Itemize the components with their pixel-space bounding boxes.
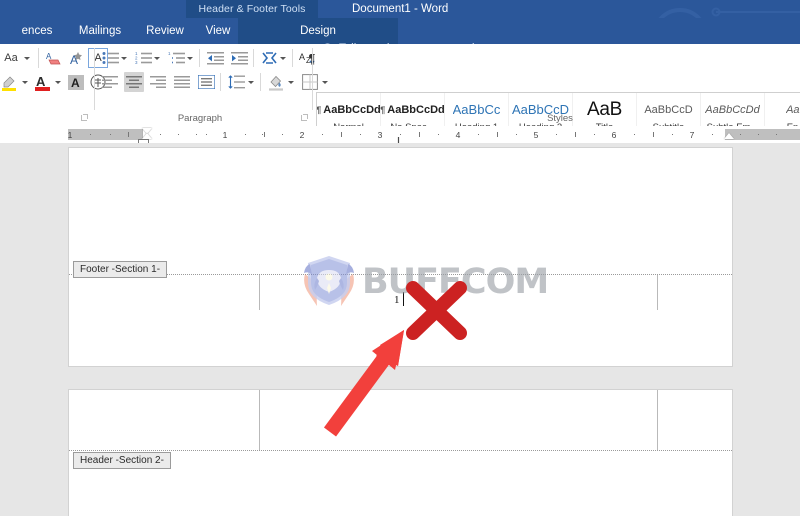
ribbon-tab-strip: ences Mailings Review View Design Tell m… <box>0 18 800 55</box>
paragraph-divider-5 <box>260 73 261 91</box>
header-left-tab-marker <box>259 390 260 450</box>
character-shading-icon[interactable]: A <box>66 72 86 92</box>
decrease-indent-icon[interactable] <box>205 48 225 68</box>
center-tab-stop-marker[interactable] <box>394 133 402 143</box>
font-group-divider <box>38 48 39 68</box>
group-divider-1 <box>94 48 95 110</box>
pilcrow-icon: ¶ <box>316 104 322 115</box>
document-title: Document1 - Word <box>352 3 449 15</box>
ruler-label-7: 7 <box>689 130 695 140</box>
line-spacing-icon[interactable] <box>226 72 246 92</box>
header-boundary-line <box>69 450 732 451</box>
text-highlight-color-icon[interactable] <box>0 72 20 92</box>
footer-section-1-label: Footer -Section 1- <box>73 261 168 278</box>
word-window: Header & Footer Tools Document1 - Word e… <box>0 0 800 516</box>
align-center-icon[interactable] <box>124 72 144 92</box>
style-emphasis-preview: AaB <box>786 103 800 116</box>
footer-right-tab-marker <box>657 275 658 310</box>
svg-text:3: 3 <box>135 60 138 65</box>
ribbon: Aa A A A A A 1 2 3 1 A Z Paragraph ¶ AaB… <box>0 44 800 142</box>
numbering-caret-icon[interactable] <box>154 55 161 62</box>
header-right-tab-marker <box>657 390 658 450</box>
borders-icon[interactable] <box>300 72 320 92</box>
style-normal-preview: AaBbCcDd <box>323 103 381 116</box>
page-1[interactable]: Footer -Section 1- 1 <box>68 147 733 367</box>
document-canvas[interactable]: Footer -Section 1- 1 Header -Section 2- <box>0 143 800 516</box>
paragraph-dialog-launcher[interactable] <box>300 114 309 123</box>
paragraph-divider-4 <box>220 73 221 91</box>
style-subtle-emphasis-preview: AaBbCcDd <box>705 103 760 116</box>
font-color-caret-icon[interactable] <box>55 79 62 86</box>
increase-indent-icon[interactable] <box>229 48 249 68</box>
ruler-text-area <box>142 129 727 140</box>
paragraph-divider-2 <box>253 49 254 67</box>
clear-formatting-icon[interactable]: A <box>44 48 64 68</box>
text-cursor <box>403 292 404 306</box>
contextual-tools-title: Header & Footer Tools <box>186 0 318 18</box>
ruler-label-0: 1 <box>67 130 73 140</box>
font-color-icon[interactable]: A <box>33 72 53 92</box>
page-2[interactable]: Header -Section 2- <box>68 389 733 516</box>
ruler-label-5: 5 <box>533 130 539 140</box>
paragraph-group-label: Paragraph <box>177 113 223 124</box>
paragraph-divider-1 <box>199 49 200 67</box>
change-case-icon[interactable]: Aa <box>0 48 22 68</box>
bullets-icon[interactable] <box>100 48 120 68</box>
align-left-icon[interactable] <box>100 72 120 92</box>
ruler-left-margin <box>68 129 142 140</box>
multilevel-list-icon[interactable]: 1 <box>166 48 186 68</box>
numbering-icon[interactable]: 1 2 3 <box>133 48 153 68</box>
page-number-field[interactable]: 1 <box>394 294 400 306</box>
change-case-caret-icon[interactable] <box>24 55 31 62</box>
align-right-icon[interactable] <box>148 72 168 92</box>
distributed-icon[interactable] <box>196 72 216 92</box>
paragraph-divider-3 <box>292 49 293 67</box>
line-spacing-caret-icon[interactable] <box>248 79 255 86</box>
shading-caret-icon[interactable] <box>288 79 295 86</box>
ruler-label-2: 2 <box>299 130 305 140</box>
styles-group-label: Styles <box>547 113 573 124</box>
font-dialog-launcher[interactable] <box>80 114 89 123</box>
footer-left-tab-marker <box>259 275 260 310</box>
svg-text:A: A <box>71 76 80 90</box>
title-bar: Header & Footer Tools Document1 - Word <box>0 0 800 44</box>
ruler-label-1: 1 <box>222 130 228 140</box>
svg-text:1: 1 <box>168 51 171 56</box>
ruler-right-margin <box>725 129 800 140</box>
footer-boundary-line <box>69 274 732 275</box>
bullets-caret-icon[interactable] <box>121 55 128 62</box>
svg-text:A: A <box>36 74 46 89</box>
multilevel-list-caret-icon[interactable] <box>187 55 194 62</box>
ruler-label-3: 3 <box>377 130 383 140</box>
pilcrow-icon: ¶ <box>380 104 386 115</box>
horizontal-ruler[interactable]: 1 1 2 3 4 5 6 7 <box>0 126 800 144</box>
shading-icon[interactable] <box>266 72 286 92</box>
header-section-2-label: Header -Section 2- <box>73 452 171 469</box>
ruler-label-4: 4 <box>455 130 461 140</box>
sort-icon[interactable] <box>259 48 279 68</box>
text-effects-icon[interactable]: A <box>66 48 86 68</box>
group-divider-2 <box>312 48 313 110</box>
justify-icon[interactable] <box>172 72 192 92</box>
highlight-color-caret-icon[interactable] <box>22 79 29 86</box>
ruler-label-6: 6 <box>611 130 617 140</box>
style-no-spacing-preview: AaBbCcDd <box>387 103 445 116</box>
sort-caret-icon[interactable] <box>280 55 287 62</box>
borders-caret-icon[interactable] <box>322 79 329 86</box>
right-indent-marker[interactable] <box>724 133 734 139</box>
